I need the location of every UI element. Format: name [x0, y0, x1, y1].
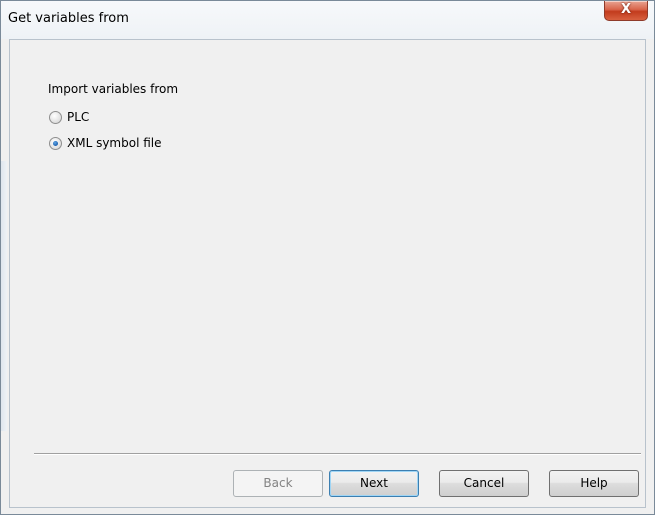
dialog-window: Get variables from X Import variables fr… — [0, 0, 655, 515]
radio-label-plc: PLC — [67, 110, 90, 124]
title-bar[interactable]: Get variables from X — [1, 1, 654, 39]
cancel-button[interactable]: Cancel — [439, 470, 529, 497]
close-icon: X — [620, 2, 632, 17]
window-frame-edge — [1, 161, 7, 431]
radio-label-xml-symbol-file: XML symbol file — [67, 136, 162, 150]
window-title: Get variables from — [8, 11, 129, 26]
help-button[interactable]: Help — [549, 470, 639, 497]
next-button[interactable]: Next — [329, 470, 419, 497]
radio-option-xml-symbol-file[interactable]: XML symbol file — [49, 134, 162, 152]
close-button[interactable]: X — [604, 1, 648, 21]
radio-option-plc[interactable]: PLC — [49, 108, 89, 126]
import-section-label: Import variables from — [48, 82, 179, 96]
button-area-divider — [34, 453, 641, 455]
back-button[interactable]: Back — [233, 470, 323, 497]
radio-button-xml-symbol-file[interactable] — [49, 136, 62, 150]
dialog-content: Import variables from PLC XML symbol fil… — [9, 39, 646, 508]
radio-button-plc[interactable] — [49, 110, 62, 124]
